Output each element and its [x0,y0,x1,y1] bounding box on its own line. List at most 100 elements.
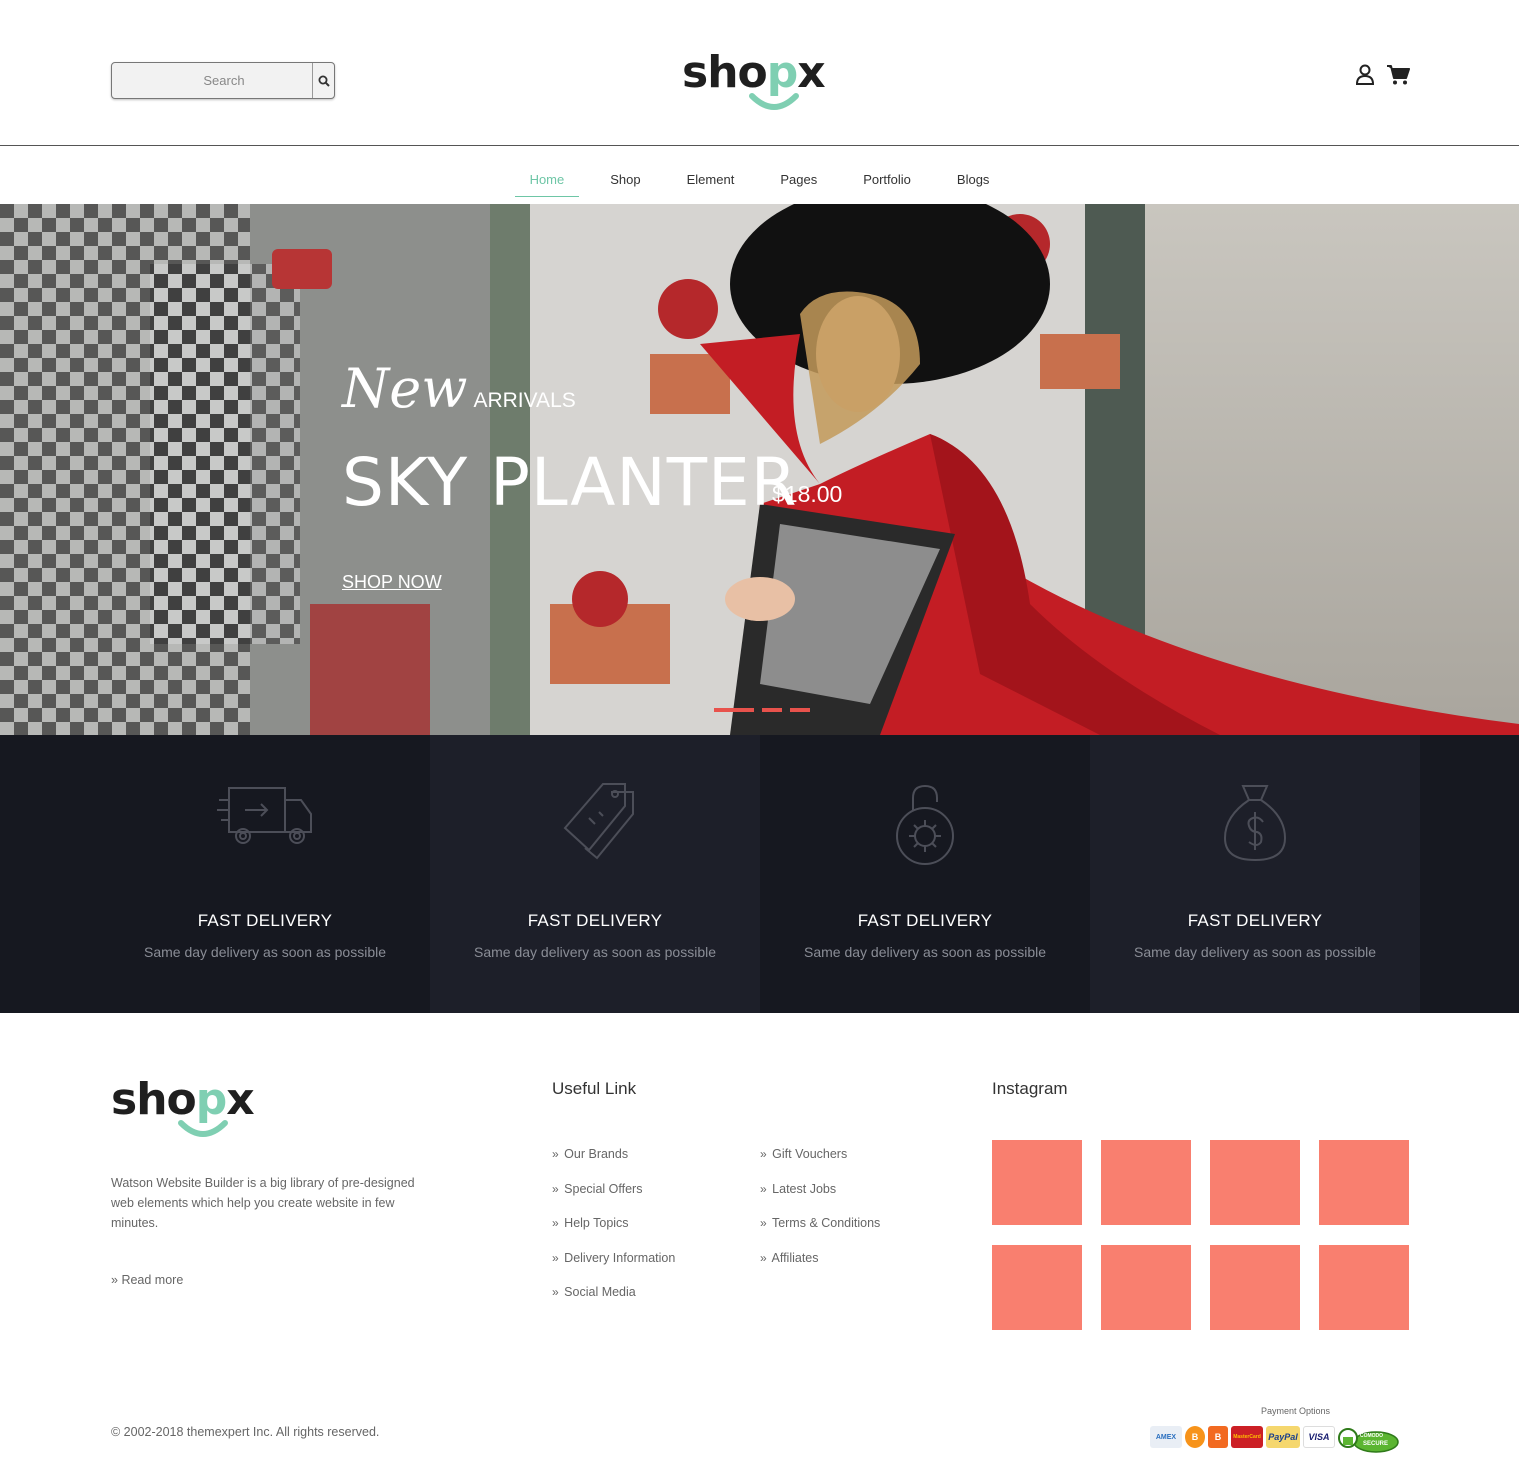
double-chevron-icon: » [760,1250,767,1265]
feature-desc: Same day delivery as soon as possible [143,944,387,960]
bitpay-icon: B [1208,1426,1228,1448]
slider-dot-3[interactable] [790,708,810,712]
feature-card: FAST DELIVERY Same day delivery as soon … [760,735,1090,1013]
feature-desc: Same day delivery as soon as possible [803,944,1047,960]
nav-shop[interactable]: Shop [587,154,663,196]
footer-link[interactable]: » Gift Vouchers [760,1146,880,1181]
logo-smile-icon [178,1120,228,1137]
footer-link-label: Social Media [564,1285,636,1299]
footer-link[interactable]: » Special Offers [552,1181,675,1216]
read-more-link[interactable]: » Read more [111,1273,183,1287]
main-nav: Home Shop Element Pages Portfolio Blogs [0,146,1519,204]
paypal-icon: PayPal [1266,1426,1300,1448]
footer-link[interactable]: » Terms & Conditions [760,1215,880,1250]
footer-link[interactable]: » Delivery Information [552,1250,675,1285]
footer-link[interactable]: » Latest Jobs [760,1181,880,1216]
footer-link-label: Latest Jobs [772,1181,837,1196]
payment-options-label: Payment Options [1261,1406,1331,1416]
instagram-title: Instagram [992,1079,1068,1098]
double-chevron-icon: » [111,1273,118,1287]
user-icon[interactable] [1355,64,1375,86]
nav-blogs[interactable]: Blogs [934,154,1013,196]
nav-portfolio[interactable]: Portfolio [840,154,934,196]
feature-desc: Same day delivery as soon as possible [473,944,717,960]
instagram-tile[interactable] [1319,1245,1409,1330]
nav-element[interactable]: Element [664,154,758,196]
footer-link-label: Help Topics [564,1216,629,1230]
search-input[interactable] [112,63,312,98]
footer-link-label: Gift Vouchers [772,1147,848,1161]
double-chevron-icon: » [552,1285,559,1299]
footer-link-label: Our Brands [564,1147,629,1161]
feature-desc: Same day delivery as soon as possible [1133,944,1377,960]
payment-methods: AMEX B B MasterCard PayPal VISA COMODO S… [1150,1420,1400,1454]
search-button[interactable] [312,63,334,98]
hero-kicker: New ARRIVALS [342,359,576,419]
cart-icon[interactable] [1386,64,1410,86]
logo-smile-icon [749,93,799,110]
footer-link[interactable]: » Help Topics [552,1215,675,1250]
useful-link-title: Useful Link [552,1079,637,1098]
search-icon [318,75,330,87]
instagram-grid [992,1140,1409,1330]
feature-card: FAST DELIVERY Same day delivery as soon … [430,735,760,1013]
double-chevron-icon: » [760,1181,767,1196]
comodo-badge-label-2: SECURE [1363,1441,1389,1447]
hero-slider: New ARRIVALS SKY PLANTER $18.00 SHOP NOW [0,204,1519,735]
hero-arrivals-label: ARRIVALS [473,389,576,412]
tag-icon [563,783,634,860]
comodo-badge-label-1: COMODO [1360,1433,1384,1439]
hero-title: SKY PLANTER [342,444,798,521]
instagram-tile[interactable] [1319,1140,1409,1225]
footer-logo[interactable]: shopx [111,1077,271,1147]
footer-link-label: Special Offers [564,1181,643,1196]
feature-title: FAST DELIVERY [197,911,333,930]
mastercard-icon: MasterCard [1231,1426,1263,1448]
footer-link[interactable]: » Social Media [552,1284,675,1319]
visa-icon: VISA [1303,1426,1335,1448]
instagram-tile[interactable] [1101,1140,1191,1225]
read-more-label: Read more [121,1273,184,1287]
slider-dots [714,708,810,712]
comodo-secure-badge: COMODO SECURE [1338,1420,1400,1454]
footer-link-label: Terms & Conditions [771,1216,881,1230]
useful-links-col2: » Gift Vouchers » Latest Jobs » Terms & … [760,1146,880,1284]
truck-icon [217,787,312,844]
footer-link[interactable]: » Our Brands [552,1146,675,1181]
feature-title: FAST DELIVERY [1187,911,1323,930]
instagram-tile[interactable] [1210,1245,1300,1330]
slider-dot-1[interactable] [714,708,754,712]
nav-pages[interactable]: Pages [757,154,840,196]
search-box [111,62,335,99]
nav-home[interactable]: Home [507,154,588,197]
footer-link-label: Delivery Information [564,1250,676,1265]
feature-card: FAST DELIVERY Same day delivery as soon … [100,735,430,1013]
site-header: shopx [0,0,1519,146]
feature-card: FAST DELIVERY Same day delivery as soon … [1090,735,1420,1013]
feature-title: FAST DELIVERY [527,911,663,930]
instagram-tile[interactable] [1210,1140,1300,1225]
double-chevron-icon: » [552,1250,559,1265]
feature-title: FAST DELIVERY [857,911,993,930]
amex-icon: AMEX [1150,1426,1182,1448]
double-chevron-icon: » [552,1147,559,1161]
useful-links-col1: » Our Brands » Special Offers » Help Top… [552,1146,675,1319]
money-bag-icon [1223,785,1287,862]
footer-link-label: Affiliates [771,1250,819,1265]
double-chevron-icon: » [552,1181,559,1196]
bitcoin-icon: B [1185,1426,1205,1448]
instagram-tile[interactable] [1101,1245,1191,1330]
hero-script-word: New [342,357,468,420]
shop-now-link[interactable]: SHOP NOW [342,572,442,593]
site-logo[interactable]: shopx [682,50,842,120]
instagram-tile[interactable] [992,1140,1082,1225]
padlock-icon [896,784,954,865]
features-strip: FAST DELIVERY Same day delivery as soon … [0,735,1519,1013]
double-chevron-icon: » [760,1147,767,1161]
slider-dot-2[interactable] [762,708,782,712]
footer-link[interactable]: » Affiliates [760,1250,880,1285]
footer-about-text: Watson Website Builder is a big library … [111,1176,415,1230]
hero-price: $18.00 [772,481,843,507]
double-chevron-icon: » [552,1216,559,1230]
instagram-tile[interactable] [992,1245,1082,1330]
